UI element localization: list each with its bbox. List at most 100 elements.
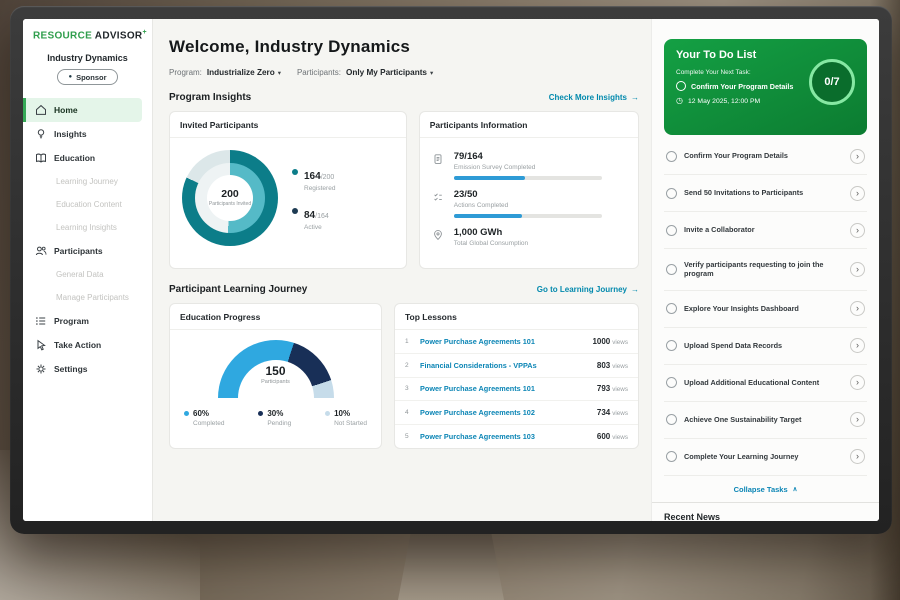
task-row-send-invitations[interactable]: Send 50 Invitations to Participants › [664,175,867,212]
legend-pct: 60% [193,409,209,418]
lesson-row: 1 Power Purchase Agreements 101 1000view… [395,330,638,354]
info-value: 1,000 GWh [454,227,528,238]
survey-progress-fill [454,176,525,180]
task-checkbox[interactable] [666,414,677,425]
chevron-right-icon[interactable]: › [850,186,865,201]
main-content: Welcome, Industry Dynamics Program: Indu… [153,19,651,521]
task-label: Upload Spend Data Records [684,341,843,351]
task-checkbox[interactable] [666,188,677,199]
sidebar-item-program[interactable]: Program [23,309,142,333]
chevron-right-icon[interactable]: › [850,412,865,427]
participants-filter-select[interactable]: Only My Participants [346,68,427,77]
todo-task-list: Confirm Your Program Details › Send 50 I… [664,138,867,476]
info-row-survey: 79/164 Emission Survey Completed [432,151,626,180]
chevron-right-icon[interactable]: › [850,449,865,464]
sidebar-item-education-content[interactable]: Education Content [23,193,142,216]
sidebar-item-manage-participants[interactable]: Manage Participants [23,286,142,309]
org-name: Industry Dynamics [23,53,152,63]
collapse-label: Collapse Tasks [734,485,788,494]
arrow-right-icon: → [631,285,639,294]
sidebar-item-label: Program [54,316,89,326]
task-row-upload-educational-content[interactable]: Upload Additional Educational Content › [664,365,867,402]
chevron-right-icon[interactable]: › [850,223,865,238]
sponsor-badge[interactable]: ● Sponsor [57,69,117,85]
todo-progress-ring: 0/7 [809,59,855,105]
sidebar-item-label: Take Action [54,340,101,350]
sidebar-item-home[interactable]: Home [23,98,142,122]
legend-pct: 10% [334,409,350,418]
info-card-title: Participants Information [420,112,638,138]
task-checkbox[interactable] [666,151,677,162]
chevron-down-icon[interactable]: ▾ [278,69,281,77]
task-checkbox[interactable] [666,264,677,275]
task-checkbox[interactable] [666,340,677,351]
lesson-link[interactable]: Power Purchase Agreements 101 [420,337,585,346]
sidebar-item-label: Education [54,153,95,163]
task-row-complete-learning-journey[interactable]: Complete Your Learning Journey › [664,439,867,476]
sidebar-item-participants[interactable]: Participants [23,239,142,263]
sidebar-item-label: General Data [56,270,104,279]
sidebar-item-learning-journey[interactable]: Learning Journey [23,170,142,193]
task-label: Upload Additional Educational Content [684,378,843,388]
location-pin-icon [432,227,445,247]
sidebar-nav: Home Insights Education Learning Journey [23,98,152,381]
task-row-invite-collaborator[interactable]: Invite a Collaborator › [664,212,867,249]
chevron-right-icon[interactable]: › [850,338,865,353]
program-filter-select[interactable]: Industrialize Zero [207,68,275,77]
top-lessons-card: Top Lessons 1 Power Purchase Agreements … [394,303,639,449]
task-row-confirm-program[interactable]: Confirm Your Program Details › [664,138,867,175]
lesson-link[interactable]: Financial Considerations - VPPAs [420,361,590,370]
lesson-row: 2 Financial Considerations - VPPAs 803vi… [395,354,638,378]
task-checkbox[interactable] [666,451,677,462]
collapse-tasks-link[interactable]: Collapse Tasks ∧ [664,476,867,502]
legend-value: 84 [304,210,315,221]
sidebar-item-settings[interactable]: Settings [23,357,142,381]
sidebar-item-label: Home [54,105,78,115]
link-label: Go to Learning Journey [537,285,627,294]
sidebar-item-label: Manage Participants [56,293,129,302]
sidebar-item-general-data[interactable]: General Data [23,263,142,286]
gauge-center-value: 150 [218,364,334,378]
go-to-learning-journey-link[interactable]: Go to Learning Journey → [537,285,639,294]
lesson-link[interactable]: Power Purchase Agreements 101 [420,384,590,393]
legend-item-not-started: 10% Not Started [325,409,367,427]
lesson-row: 3 Power Purchase Agreements 101 793views [395,378,638,402]
task-row-explore-insights[interactable]: Explore Your Insights Dashboard › [664,291,867,328]
background-scene: RESOURCE ADVISOR+ Industry Dynamics ● Sp… [0,0,900,600]
clipboard-icon [432,151,445,180]
chevron-right-icon[interactable]: › [850,262,865,277]
task-row-verify-participants[interactable]: Verify participants requesting to join t… [664,249,867,291]
sidebar-item-insights[interactable]: Insights [23,122,142,146]
info-value: 23/50 [454,189,602,200]
sidebar-item-learning-insights[interactable]: Learning Insights [23,216,142,239]
chevron-right-icon[interactable]: › [850,301,865,316]
legend-label: Completed [184,420,224,427]
task-label: Invite a Collaborator [684,225,843,235]
task-checkbox[interactable] [666,377,677,388]
sidebar-item-label: Learning Journey [56,177,118,186]
education-progress-card: Education Progress 150 Participants 60% … [169,303,382,449]
chevron-down-icon[interactable]: ▾ [430,69,433,77]
chevron-right-icon[interactable]: › [850,149,865,164]
task-row-upload-spend-data[interactable]: Upload Spend Data Records › [664,328,867,365]
task-checkbox[interactable] [666,303,677,314]
sidebar-item-education[interactable]: Education [23,146,142,170]
actions-progress-fill [454,214,522,218]
lesson-link[interactable]: Power Purchase Agreements 102 [420,408,590,417]
check-more-insights-link[interactable]: Check More Insights → [549,93,639,102]
collapse-caret-icon: ∧ [793,485,798,493]
legend-of: /200 [321,174,335,181]
task-row-achieve-target[interactable]: Achieve One Sustainability Target › [664,402,867,439]
legend-item-pending: 30% Pending [258,409,291,427]
task-checkbox[interactable] [676,81,686,91]
invited-center-value: 200 [221,188,239,200]
chevron-right-icon[interactable]: › [850,375,865,390]
sidebar-item-take-action[interactable]: Take Action [23,333,142,357]
learning-journey-header: Participant Learning Journey Go to Learn… [169,284,639,295]
book-icon [35,152,47,164]
todo-header-card: Your To Do List Complete Your Next Task:… [664,39,867,135]
lesson-link[interactable]: Power Purchase Agreements 103 [420,432,590,441]
task-checkbox[interactable] [666,225,677,236]
insights-cards-row: Invited Participants 200 Participants In… [169,111,639,269]
lesson-views: 793views [597,384,628,393]
